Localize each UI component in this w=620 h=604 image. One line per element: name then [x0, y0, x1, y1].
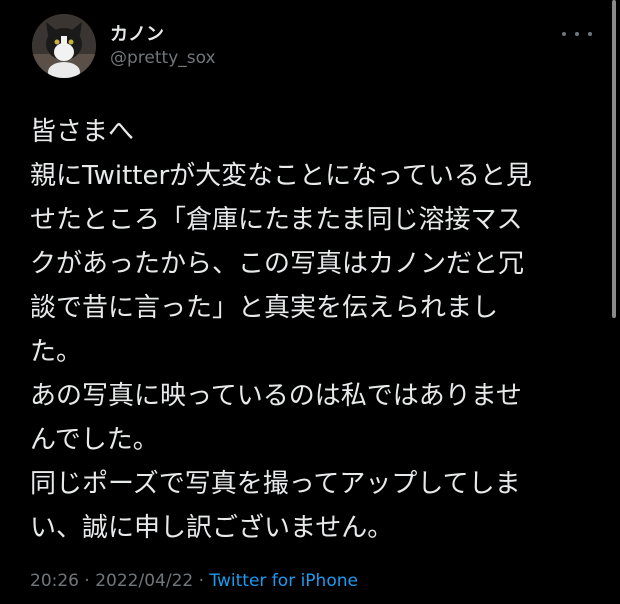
tweet-text-line: 皆さまへ	[30, 117, 135, 147]
avatar[interactable]	[32, 14, 96, 78]
scrollbar[interactable]	[612, 0, 616, 318]
user-handle[interactable]: @pretty_sox	[110, 48, 216, 68]
tweet-text-line: 親にTwitterが大変なことになっていると見	[30, 161, 532, 191]
tweet-source-link[interactable]: Twitter for iPhone	[209, 571, 358, 591]
tweet-text-line: 同じポーズで写真を撮ってアップしてしま	[30, 469, 521, 499]
tweet-time: 20:26	[30, 571, 79, 591]
tweet-text-line: んでした。	[30, 425, 159, 455]
tweet-text-line: クがあったから、この写真はカノンだと冗	[30, 249, 525, 279]
meta-separator: ·	[79, 571, 96, 591]
dot	[588, 32, 592, 36]
meta-separator: ·	[193, 571, 210, 591]
cat-avatar-icon	[32, 14, 96, 78]
display-name[interactable]: カノン	[110, 20, 164, 46]
tweet-text-line: 談で昔に言った」と真実を伝えられまし	[30, 293, 499, 323]
tweet-container: カノン @pretty_sox 皆さまへ 親にTwitterが大変なことになって…	[0, 0, 620, 604]
tweet-text-line: た。	[30, 337, 83, 367]
tweet-text-line: せたところ「倉庫にたまたま同じ溶接マス	[30, 205, 523, 235]
dot	[562, 32, 566, 36]
tweet-text: 皆さまへ 親にTwitterが大変なことになっていると見 せたところ「倉庫にたま…	[30, 110, 590, 550]
more-options-icon[interactable]	[562, 24, 592, 44]
tweet-text-line: あの写真に映っているのは私ではありませ	[30, 381, 522, 411]
tweet-meta: 20:26 · 2022/04/22 · Twitter for iPhone	[30, 571, 358, 591]
dot	[575, 32, 579, 36]
tweet-date: 2022/04/22	[95, 571, 194, 591]
tweet-text-line: い、誠に申し訳ございません。	[30, 513, 394, 543]
